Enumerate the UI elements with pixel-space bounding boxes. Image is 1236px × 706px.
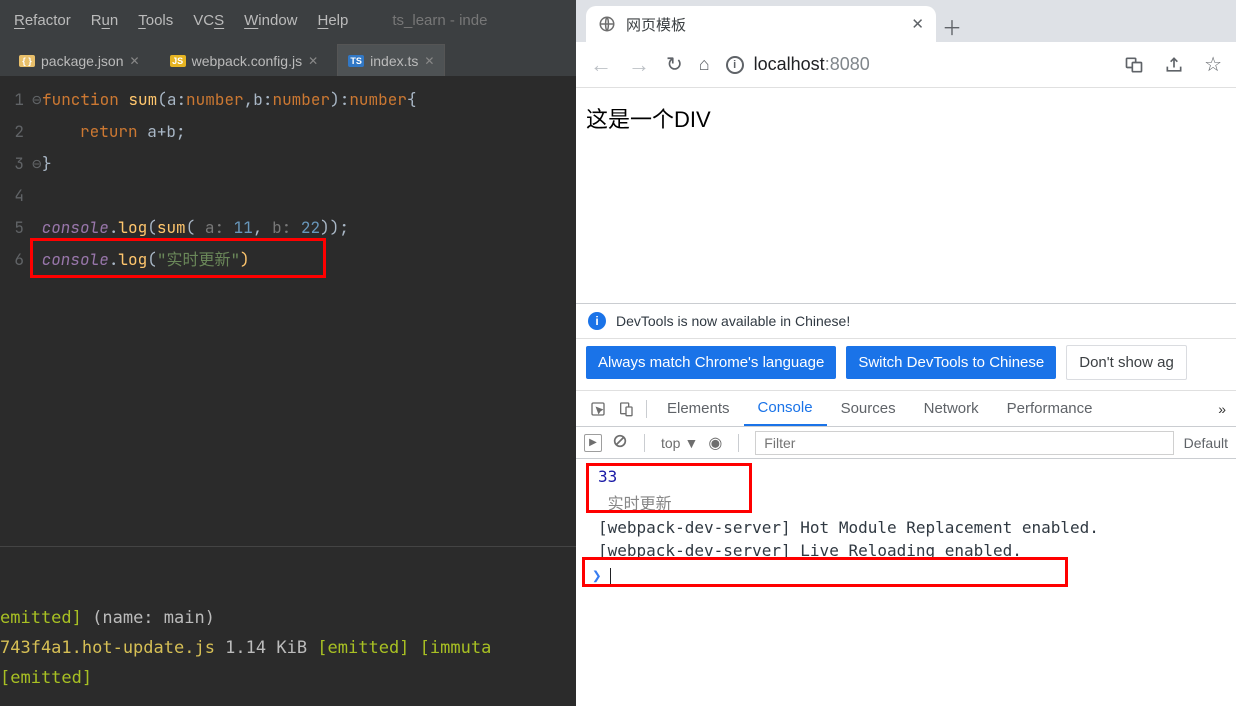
share-icon[interactable]: [1164, 55, 1184, 75]
home-button[interactable]: ⌂: [699, 54, 710, 75]
console-row: 33: [588, 465, 1230, 488]
context-selector[interactable]: top ▼: [661, 435, 698, 451]
tab-label: package.json: [41, 53, 124, 69]
ts-icon: TS: [348, 55, 364, 67]
tab-label: index.ts: [370, 53, 418, 69]
editor-gutter: 123456: [0, 76, 32, 546]
devtools-infobar: i DevTools is now available in Chinese!: [576, 304, 1236, 339]
ide-editor-tabs: { } package.json ✕ JS webpack.config.js …: [0, 40, 576, 76]
tab-sources[interactable]: Sources: [827, 392, 910, 425]
menu-refactor[interactable]: Refactor: [14, 12, 71, 29]
site-info-icon[interactable]: i: [726, 56, 744, 74]
url-text: localhost:8080: [754, 54, 870, 75]
ide-window: Refactor Run Tools VCS Window Help ts_le…: [0, 0, 576, 706]
tabstrip: 网页模板 ✕ ＋: [576, 0, 1236, 42]
tab-index-ts[interactable]: TS index.ts ✕: [337, 44, 445, 76]
always-match-button[interactable]: Always match Chrome's language: [586, 346, 836, 379]
clear-console-icon[interactable]: [612, 433, 628, 452]
close-icon[interactable]: ✕: [911, 15, 924, 33]
dont-show-button[interactable]: Don't show ag: [1066, 345, 1187, 380]
code-editor[interactable]: 123456 ⊖function sum(a:number,b:number):…: [0, 76, 576, 546]
menu-tools[interactable]: Tools: [138, 12, 173, 29]
tab-label: webpack.config.js: [192, 53, 303, 69]
reload-button[interactable]: ↻: [666, 52, 683, 77]
browser-window: 网页模板 ✕ ＋ ← → ↻ ⌂ i localhost:8080 ☆: [576, 0, 1236, 706]
console-play-icon[interactable]: ▶: [584, 434, 602, 452]
browser-chrome: 网页模板 ✕ ＋ ← → ↻ ⌂ i localhost:8080 ☆: [576, 0, 1236, 88]
browser-tab[interactable]: 网页模板 ✕: [586, 6, 936, 42]
console-row: 实时更新: [588, 488, 1230, 516]
menu-run[interactable]: Run: [91, 12, 119, 29]
eye-icon[interactable]: ◉: [708, 433, 722, 453]
close-icon[interactable]: ✕: [424, 54, 434, 68]
console-toolbar: ▶ top ▼ ◉ Default: [576, 427, 1236, 459]
close-icon[interactable]: ✕: [130, 54, 140, 68]
console-row: [webpack-dev-server] Hot Module Replacem…: [588, 516, 1230, 539]
address-bar[interactable]: i localhost:8080: [726, 54, 870, 75]
tab-console[interactable]: Console: [744, 391, 827, 426]
tab-webpack-config[interactable]: JS webpack.config.js ✕: [159, 44, 330, 76]
tab-elements[interactable]: Elements: [653, 392, 744, 425]
page-content: 这是一个DIV: [576, 88, 1236, 303]
tab-performance[interactable]: Performance: [993, 392, 1107, 425]
page-div-text: 这是一个DIV: [586, 102, 1226, 134]
inspect-icon[interactable]: [584, 401, 612, 417]
tab-package-json[interactable]: { } package.json ✕: [8, 44, 151, 76]
js-icon: JS: [170, 55, 186, 67]
devtools-infobar-buttons: Always match Chrome's language Switch De…: [576, 339, 1236, 391]
json-icon: { }: [19, 55, 35, 67]
info-icon: i: [588, 312, 606, 330]
globe-icon: [598, 15, 616, 33]
new-tab-button[interactable]: ＋: [936, 10, 968, 42]
tab-network[interactable]: Network: [910, 392, 993, 425]
tab-title: 网页模板: [626, 14, 901, 35]
console-filter-input[interactable]: [755, 431, 1173, 455]
console-row: [webpack-dev-server] Live Reloading enab…: [588, 539, 1230, 562]
ide-terminal[interactable]: emitted] (name: main) 743f4a1.hot-update…: [0, 546, 576, 706]
console-prompt[interactable]: ❯: [588, 562, 1230, 590]
close-icon[interactable]: ✕: [308, 54, 318, 68]
bookmark-star-icon[interactable]: ☆: [1204, 52, 1222, 77]
tabs-overflow-icon[interactable]: »: [1218, 401, 1236, 417]
ide-window-title: ts_learn - inde: [392, 12, 487, 29]
back-button[interactable]: ←: [590, 52, 612, 78]
forward-button[interactable]: →: [628, 52, 650, 78]
menu-vcs[interactable]: VCS: [193, 12, 224, 29]
log-level-selector[interactable]: Default: [1184, 435, 1228, 451]
ide-menubar: Refactor Run Tools VCS Window Help ts_le…: [0, 0, 576, 40]
browser-toolbar: ← → ↻ ⌂ i localhost:8080 ☆: [576, 42, 1236, 88]
translate-icon[interactable]: [1124, 55, 1144, 75]
devtools-tabs: Elements Console Sources Network Perform…: [576, 391, 1236, 427]
switch-chinese-button[interactable]: Switch DevTools to Chinese: [846, 346, 1056, 379]
device-toggle-icon[interactable]: [612, 401, 640, 417]
menu-help[interactable]: Help: [318, 12, 349, 29]
menu-window[interactable]: Window: [244, 12, 297, 29]
devtools-panel: i DevTools is now available in Chinese! …: [576, 303, 1236, 706]
code-body[interactable]: ⊖function sum(a:number,b:number):number{…: [32, 76, 576, 546]
infobar-text: DevTools is now available in Chinese!: [616, 313, 850, 329]
console-output[interactable]: 33 实时更新 [webpack-dev-server] Hot Module …: [576, 459, 1236, 706]
